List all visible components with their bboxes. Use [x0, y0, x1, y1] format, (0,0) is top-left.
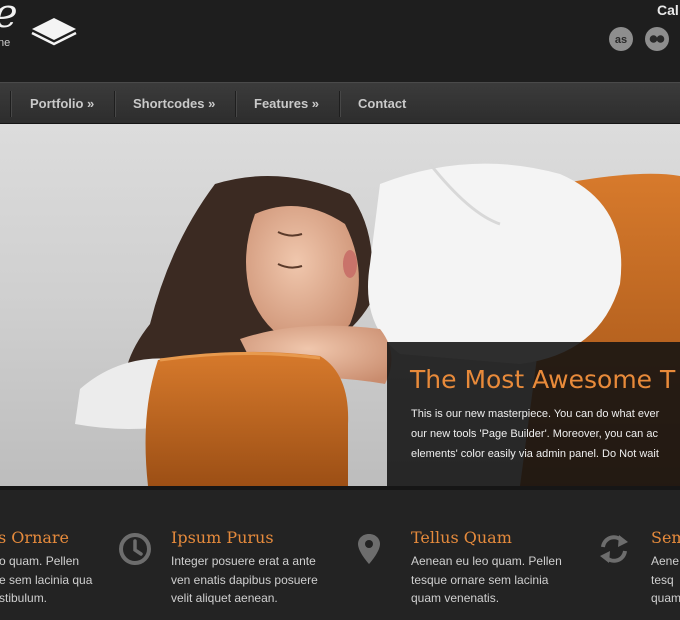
logo-tagline: ne: [0, 37, 11, 49]
feature-title[interactable]: Tellus Quam: [411, 528, 512, 547]
main-nav: Portfolio » Shortcodes » Features » Cont…: [0, 82, 680, 124]
feature-text-line: tesq: [651, 572, 674, 587]
feature-text: o quam. Pellen e sem lacinia qua stibulu…: [0, 552, 92, 608]
slide-text-line: our new tools 'Page Builder'. Moreover, …: [411, 428, 658, 440]
feature-text: Integer posuere erat a ante ven enatis d…: [171, 552, 318, 608]
feature-title[interactable]: Ipsum Purus: [171, 528, 274, 547]
feature-text-line: tesque ornare sem lacinia: [411, 572, 549, 587]
refresh-icon: [600, 535, 628, 563]
nav-divider: [114, 91, 115, 117]
header-call-text: Cal: [657, 2, 679, 18]
nav-item-contact[interactable]: Contact: [358, 83, 406, 125]
feature-text-line: stibulum.: [0, 591, 48, 605]
slide-title: The Most Awesome T: [410, 365, 676, 394]
feature-text-line: e sem lacinia qua: [0, 572, 93, 587]
map-pin-icon: [358, 534, 380, 564]
feature-title[interactable]: s Ornare: [0, 528, 69, 547]
nav-item-portfolio[interactable]: Portfolio »: [30, 83, 94, 125]
feature-text-line: quam venenatis.: [411, 591, 500, 605]
feature-text-line: quam: [651, 591, 680, 605]
clock-icon: [119, 533, 151, 565]
nav-divider: [10, 91, 11, 117]
feature-text-line: Integer posuere erat a ante: [171, 554, 316, 568]
site-header: e ne Cal as: [0, 0, 680, 82]
feature-text-line: Aene: [651, 554, 680, 568]
feature-text: Aenean eu leo quam. Pellen tesque ornare…: [411, 552, 562, 608]
feature-text-line: Aenean eu leo quam. Pellen: [411, 554, 562, 568]
flickr-icon[interactable]: [645, 27, 669, 51]
slide-text-line: elements' color easily via admin panel. …: [411, 448, 659, 460]
feature-text-line: ven enatis dapibus posuere: [171, 572, 318, 587]
svg-text:as: as: [615, 34, 627, 46]
logo-layers-icon[interactable]: [30, 16, 78, 48]
nav-item-shortcodes[interactable]: Shortcodes »: [133, 83, 215, 125]
slide-description: This is our new masterpiece. You can do …: [411, 404, 680, 464]
nav-item-features[interactable]: Features »: [254, 83, 319, 125]
feature-text-line: velit aliquet aenean.: [171, 591, 278, 605]
feature-text: Aene tesq quam: [651, 552, 680, 608]
logo-text[interactable]: e: [0, 0, 18, 34]
slide-text-line: This is our new masterpiece. You can do …: [411, 408, 660, 420]
slide-caption: The Most Awesome T This is our new maste…: [387, 342, 680, 486]
feature-text-line: o quam. Pellen: [0, 554, 80, 568]
features-section: s Ornare o quam. Pellen e sem lacinia qu…: [0, 486, 680, 620]
nav-divider: [339, 91, 340, 117]
hero-slider[interactable]: The Most Awesome T This is our new maste…: [0, 124, 680, 486]
nav-divider: [235, 91, 236, 117]
lastfm-icon[interactable]: as: [609, 27, 633, 51]
feature-title[interactable]: Sem: [651, 528, 680, 547]
